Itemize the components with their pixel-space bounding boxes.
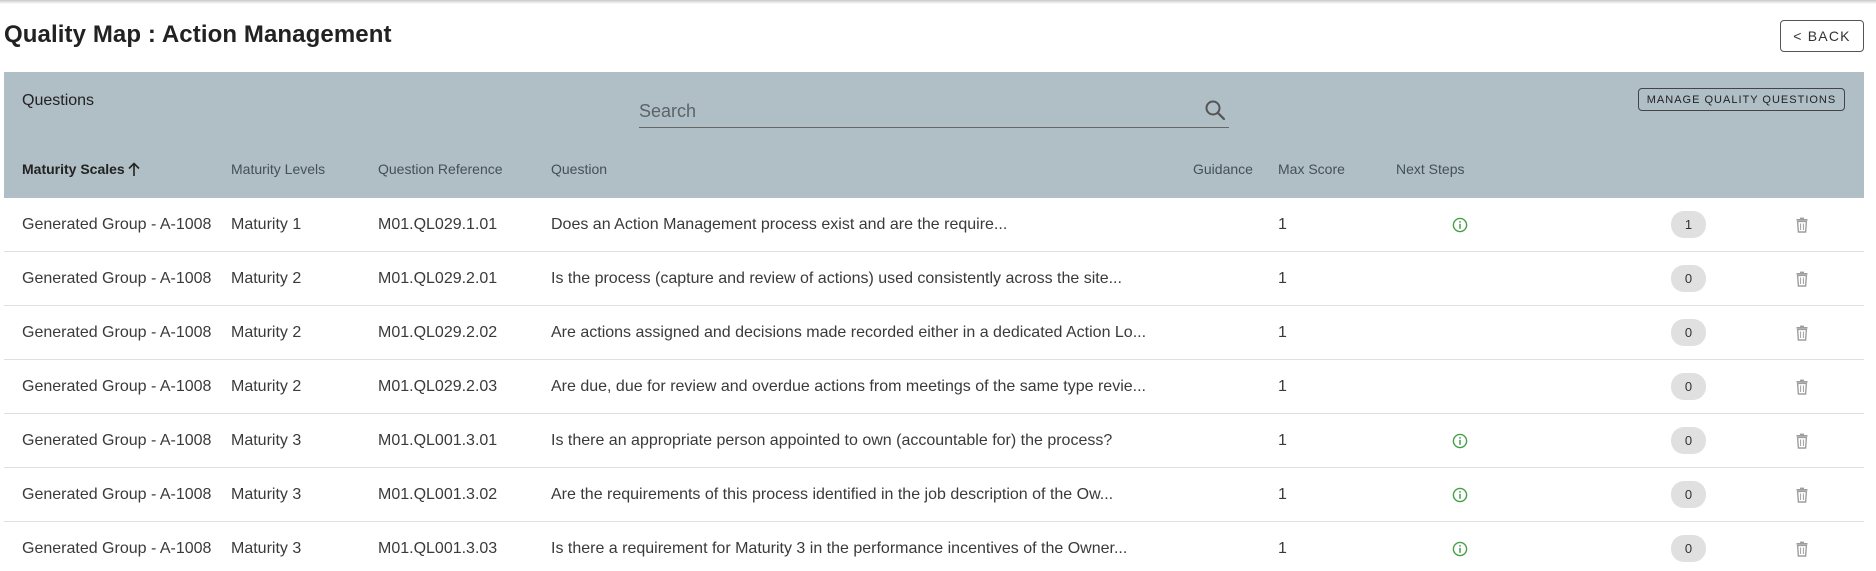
column-header-maturity-scales[interactable]: Maturity Scales [22,161,141,177]
cell-question-reference: M01.QL001.3.01 [378,432,498,449]
column-header-max-score[interactable]: Max Score [1278,161,1345,177]
cell-max-score: 1 [1278,270,1287,287]
search-input[interactable] [639,98,1189,124]
cell-question: Are actions assigned and decisions made … [551,324,1147,341]
next-steps-chip[interactable]: 1 [1671,211,1706,238]
cell-maturity-scale: Generated Group - A-1008 [22,486,212,503]
cell-maturity-level: Maturity 3 [231,432,302,449]
trash-icon[interactable] [1793,270,1811,288]
column-header-question[interactable]: Question [551,161,607,177]
cell-question: Is there a requirement for Maturity 3 in… [551,540,1128,557]
info-circle-icon[interactable] [1452,433,1468,449]
cell-question-reference: M01.QL001.3.03 [378,540,498,557]
trash-icon[interactable] [1793,324,1811,342]
info-circle-icon[interactable] [1452,217,1468,233]
column-header-maturity-levels[interactable]: Maturity Levels [231,161,325,177]
trash-icon[interactable] [1793,540,1811,558]
info-circle-icon[interactable] [1452,541,1468,557]
table-row[interactable]: Generated Group - A-1008 Maturity 3 M01.QL… [4,522,1864,571]
cell-maturity-scale: Generated Group - A-1008 [22,378,212,395]
panel-header: Questions MANAGE QUALITY QUESTIONS Matur… [4,72,1864,198]
cell-question-reference: M01.QL029.2.03 [378,378,498,395]
table-row[interactable]: Generated Group - A-1008 Maturity 2 M01.QL… [4,360,1864,414]
cell-maturity-scale: Generated Group - A-1008 [22,270,212,287]
manage-quality-questions-button[interactable]: MANAGE QUALITY QUESTIONS [1638,88,1845,111]
trash-icon[interactable] [1793,216,1811,234]
page-title: Quality Map : Action Management [4,21,392,48]
cell-maturity-level: Maturity 1 [231,216,302,233]
cell-max-score: 1 [1278,432,1287,449]
cell-maturity-level: Maturity 3 [231,486,302,503]
column-header-guidance[interactable]: Guidance [1193,161,1253,177]
cell-question-reference: M01.QL029.1.01 [378,216,498,233]
next-steps-chip[interactable]: 0 [1671,535,1706,562]
cell-maturity-level: Maturity 2 [231,378,302,395]
info-circle-icon[interactable] [1452,487,1468,503]
cell-question: Does an Action Management process exist … [551,216,1008,233]
next-steps-chip[interactable]: 0 [1671,427,1706,454]
cell-question: Is the process (capture and review of ac… [551,270,1122,287]
cell-question-reference: M01.QL029.2.02 [378,324,498,341]
table-row[interactable]: Generated Group - A-1008 Maturity 2 M01.QL… [4,306,1864,360]
next-steps-chip[interactable]: 0 [1671,319,1706,346]
cell-maturity-level: Maturity 2 [231,324,302,341]
panel-label: Questions [22,92,95,109]
cell-max-score: 1 [1278,486,1287,503]
cell-question: Are the requirements of this process ide… [551,486,1114,503]
cell-max-score: 1 [1278,324,1287,341]
cell-question-reference: M01.QL029.2.01 [378,270,498,287]
cell-maturity-scale: Generated Group - A-1008 [22,432,212,449]
search-box [639,92,1229,128]
cell-maturity-scale: Generated Group - A-1008 [22,540,212,557]
column-header-question-reference[interactable]: Question Reference [378,161,503,177]
cell-max-score: 1 [1278,378,1287,395]
table-row[interactable]: Generated Group - A-1008 Maturity 1 M01.QL… [4,198,1864,252]
table-body: Generated Group - A-1008 Maturity 1 M01.QL… [4,198,1864,571]
cell-maturity-level: Maturity 2 [231,270,302,287]
table-row[interactable]: Generated Group - A-1008 Maturity 2 M01.QL… [4,252,1864,306]
cell-maturity-scale: Generated Group - A-1008 [22,216,212,233]
top-shadow [0,0,1876,4]
cell-maturity-level: Maturity 3 [231,540,302,557]
table-row[interactable]: Generated Group - A-1008 Maturity 3 M01.QL… [4,414,1864,468]
cell-max-score: 1 [1278,216,1287,233]
column-header-next-steps[interactable]: Next Steps [1396,161,1464,177]
cell-maturity-scale: Generated Group - A-1008 [22,324,212,341]
cell-question: Are due, due for review and overdue acti… [551,378,1146,395]
cell-max-score: 1 [1278,540,1287,557]
next-steps-chip[interactable]: 0 [1671,373,1706,400]
search-icon[interactable] [1203,98,1227,122]
next-steps-chip[interactable]: 0 [1671,481,1706,508]
questions-panel: Questions MANAGE QUALITY QUESTIONS Matur… [4,72,1864,571]
trash-icon[interactable] [1793,432,1811,450]
cell-question: Is there an appropriate person appointed… [551,432,1113,449]
cell-question-reference: M01.QL001.3.02 [378,486,498,503]
table-row[interactable]: Generated Group - A-1008 Maturity 3 M01.QL… [4,468,1864,522]
trash-icon[interactable] [1793,378,1811,396]
next-steps-chip[interactable]: 0 [1671,265,1706,292]
back-button[interactable]: < BACK [1780,20,1864,52]
trash-icon[interactable] [1793,486,1811,504]
arrow-up-icon [128,162,140,176]
column-header-label: Maturity Scales [22,161,125,177]
